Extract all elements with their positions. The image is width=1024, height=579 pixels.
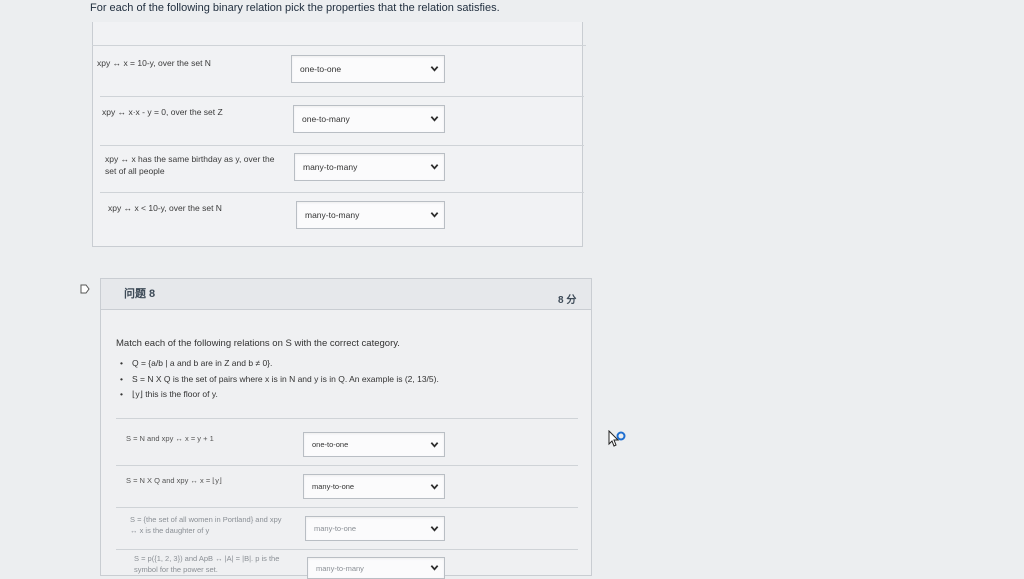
bullet-text: S = N X Q is the set of pairs where x is… bbox=[132, 374, 439, 384]
selected-value: one-to-many bbox=[302, 114, 350, 124]
relation-label-line: symbol for the power set. bbox=[134, 565, 218, 574]
selected-value: many-to-many bbox=[303, 162, 358, 172]
relation-label-line: xpy ↔ x has the same birthday as y, over… bbox=[105, 154, 275, 164]
mouse-pointer-icon bbox=[608, 430, 626, 447]
selected-value: one-to-one bbox=[312, 440, 349, 449]
flag-icon[interactable] bbox=[80, 284, 90, 294]
divider bbox=[116, 465, 578, 466]
chevron-down-icon bbox=[430, 116, 439, 122]
relation-select[interactable]: many-to-many bbox=[294, 153, 445, 181]
relation-label-line: S = {the set of all women in Portland} a… bbox=[130, 515, 282, 524]
divider bbox=[92, 45, 586, 46]
divider bbox=[100, 192, 584, 193]
relation-label: xpy ↔ x·x - y = 0, over the set Z bbox=[102, 107, 223, 117]
bullet-text: Q = {a/b | a and b are in Z and b ≠ 0}. bbox=[132, 358, 273, 368]
chevron-down-icon bbox=[430, 565, 439, 571]
divider bbox=[116, 549, 578, 550]
divider bbox=[100, 145, 584, 146]
relation-label: S = {the set of all women in Portland} a… bbox=[130, 514, 282, 536]
relation-label: xpy ↔ x = 10-y, over the set N bbox=[97, 58, 211, 68]
relation-label-line: S = p({1, 2, 3}) and ApB ↔ |A| = |B|. p … bbox=[134, 554, 280, 563]
chevron-down-icon bbox=[430, 441, 439, 448]
bullet-item: • S = N X Q is the set of pairs where x i… bbox=[120, 374, 439, 384]
relation-label: xpy ↔ x has the same birthday as y, over… bbox=[105, 153, 274, 177]
relation-label: S = p({1, 2, 3}) and ApB ↔ |A| = |B|. p … bbox=[134, 553, 279, 575]
selected-value: many-to-one bbox=[314, 524, 357, 533]
selected-value: many-to-many bbox=[305, 210, 360, 220]
selected-value: many-to-many bbox=[316, 563, 364, 573]
relation-select[interactable]: one-to-many bbox=[293, 105, 445, 133]
relation-select[interactable]: many-to-many bbox=[296, 201, 445, 229]
relation-label-line: set of all people bbox=[105, 166, 165, 176]
relation-select[interactable]: one-to-one bbox=[303, 432, 445, 457]
chevron-down-icon bbox=[430, 525, 439, 532]
question-title: 问题 8 bbox=[124, 288, 156, 300]
divider bbox=[116, 418, 578, 419]
question-prompt: Match each of the following relations on… bbox=[116, 338, 400, 349]
relation-select[interactable]: one-to-one bbox=[291, 55, 445, 83]
divider bbox=[100, 96, 584, 97]
chevron-down-icon bbox=[430, 66, 439, 72]
instructions-text: For each of the following binary relatio… bbox=[90, 2, 500, 14]
question-header bbox=[100, 278, 592, 310]
chevron-down-icon bbox=[430, 212, 439, 218]
selected-value: many-to-one bbox=[312, 482, 355, 491]
selected-value: one-to-one bbox=[300, 64, 342, 74]
bullet-text: ⌊y⌋ this is the floor of y. bbox=[132, 389, 218, 399]
divider bbox=[116, 507, 578, 508]
bullet-item: • Q = {a/b | a and b are in Z and b ≠ 0}. bbox=[120, 358, 273, 368]
chevron-down-icon bbox=[430, 164, 439, 170]
relation-label: S = N and xpy ↔ x = y + 1 bbox=[126, 434, 214, 443]
relation-label: S = N X Q and xpy ↔ x = ⌊y⌋ bbox=[126, 476, 222, 485]
relation-select[interactable]: many-to-one bbox=[305, 516, 445, 541]
chevron-down-icon bbox=[430, 483, 439, 490]
relation-label-line: ↔ x is the daughter of y bbox=[130, 526, 210, 535]
relation-label: xpy ↔ x < 10-y, over the set N bbox=[108, 203, 222, 213]
bullet-item: • ⌊y⌋ this is the floor of y. bbox=[120, 389, 218, 399]
question-points: 8 分 bbox=[558, 295, 577, 306]
relation-select[interactable]: many-to-one bbox=[303, 474, 445, 499]
